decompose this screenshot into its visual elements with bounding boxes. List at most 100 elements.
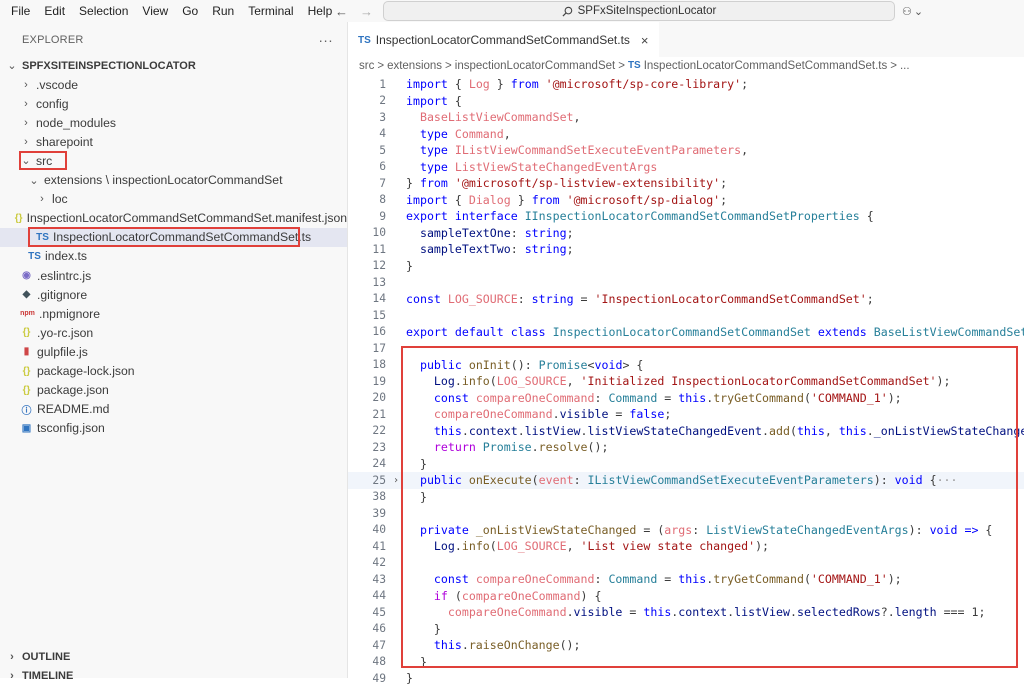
copilot-button[interactable]: ⚇ ⌄ — [902, 2, 923, 20]
breadcrumb-item[interactable]: ... — [900, 60, 910, 72]
close-icon[interactable]: × — [641, 33, 649, 48]
code-line[interactable]: 4 type Command, — [348, 126, 1024, 143]
code-token: ; — [866, 291, 874, 306]
code-line[interactable]: 11 sampleTextTwo: string; — [348, 241, 1024, 258]
more-actions-icon[interactable]: ··· — [318, 32, 333, 48]
menu-item-selection[interactable]: Selection — [72, 0, 135, 22]
code-text: import { Dialog } from '@microsoft/sp-di… — [406, 193, 727, 207]
code-line[interactable]: 16 export default class InspectionLocator… — [348, 324, 1024, 341]
tree-file[interactable]: {} .yo-rc.json — [0, 323, 347, 342]
fold-chevron-icon[interactable]: › — [386, 475, 406, 486]
tree-folder[interactable]: › node_modules — [0, 113, 347, 132]
menu-item-file[interactable]: File — [4, 0, 37, 22]
project-root[interactable]: ⌄ SPFXSITEINSPECTIONLOCATOR — [0, 56, 347, 75]
back-arrow-icon[interactable]: ← — [335, 4, 348, 19]
tree-folder[interactable]: › .vscode — [0, 75, 347, 94]
code-text: sampleTextTwo: string; — [406, 242, 574, 256]
tree-file[interactable]: ▣ tsconfig.json — [0, 419, 347, 438]
code-text: private _onListViewStateChanged = (args:… — [406, 523, 992, 537]
code-text: import { — [406, 94, 462, 108]
code-line[interactable]: 19 Log.info(LOG_SOURCE, 'Initialized Ins… — [348, 373, 1024, 390]
code-line[interactable]: 14 const LOG_SOURCE: string = 'Inspection… — [348, 291, 1024, 308]
tree-folder[interactable]: › sharepoint — [0, 132, 347, 151]
tree-file[interactable]: ◆ .gitignore — [0, 285, 347, 304]
breadcrumb-separator: > — [377, 59, 385, 72]
menu-item-view[interactable]: View — [135, 0, 175, 22]
title-bar: File Edit Selection View Go Run Terminal Help ←… — [0, 0, 1024, 22]
code-line[interactable]: 39 — [348, 505, 1024, 522]
tree-file[interactable]: TS InspectionLocatorCommandSetCommandSet.… — [0, 227, 347, 247]
menu-item-terminal[interactable]: Terminal — [241, 0, 300, 22]
tree-file[interactable]: TS index.ts — [0, 247, 347, 266]
menu-item-run[interactable]: Run — [205, 0, 241, 22]
code-token: . — [531, 440, 539, 455]
tree-folder[interactable]: › config — [0, 94, 347, 113]
code-token: tryGetCommand — [713, 390, 804, 405]
code-line[interactable]: 46 } — [348, 621, 1024, 638]
code-line[interactable]: 12} — [348, 258, 1024, 275]
tree-file[interactable]: ⓘ README.md — [0, 400, 347, 419]
code-text: } — [406, 622, 441, 636]
code-line[interactable]: 41 Log.info(LOG_SOURCE, 'List view state… — [348, 538, 1024, 555]
code-token: } — [406, 671, 413, 686]
code-line[interactable]: 25 › public onExecute(event: IListViewCom… — [348, 472, 1024, 489]
tree-file[interactable]: {} package.json — [0, 381, 347, 400]
code-line[interactable]: 15 — [348, 307, 1024, 324]
code-line[interactable]: 6 type ListViewStateChangedEventArgs — [348, 159, 1024, 176]
code-line[interactable]: 1 import { Log } from '@microsoft/sp-core… — [348, 76, 1024, 93]
code-line[interactable]: 22 this.context.listView.listViewStateCh… — [348, 423, 1024, 440]
code-line[interactable]: 9 export interface IInspectionLocatorComm… — [348, 208, 1024, 225]
tree-file[interactable]: {} package-lock.json — [0, 362, 347, 381]
line-number: 48 — [372, 655, 386, 669]
breadcrumb-item[interactable]: InspectionLocatorCommandSetCommandSet.ts — [644, 60, 888, 72]
tree-folder[interactable]: › loc — [0, 190, 347, 209]
tree-folder[interactable]: ⌄ src — [0, 151, 347, 170]
breadcrumb-item[interactable]: extensions — [387, 60, 442, 72]
forward-arrow-icon[interactable]: → — [360, 4, 373, 19]
code-token: . — [461, 423, 469, 438]
outline-panel[interactable]: › OUTLINE — [0, 647, 347, 666]
code-line[interactable]: 21 compareOneCommand.visible = false; — [348, 406, 1024, 423]
code-line[interactable]: 7} from '@microsoft/sp-listview-extensib… — [348, 175, 1024, 192]
code-line[interactable]: 48 } — [348, 654, 1024, 671]
code-line[interactable]: 13 — [348, 274, 1024, 291]
code-line[interactable]: 38 } — [348, 489, 1024, 506]
code-line[interactable]: 18 public onInit(): Promise<void> { — [348, 357, 1024, 374]
menu-item-help[interactable]: Help — [301, 0, 340, 22]
tree-file[interactable]: ▮ gulpfile.js — [0, 342, 347, 361]
code-line[interactable]: 10 sampleTextOne: string; — [348, 225, 1024, 242]
code-line[interactable]: 45 compareOneCommand.visible = this.cont… — [348, 604, 1024, 621]
code-line[interactable]: 23 return Promise.resolve(); — [348, 439, 1024, 456]
code-token: { — [978, 522, 993, 537]
code-text: const compareOneCommand: Command = this.… — [406, 391, 902, 405]
menu-item-go[interactable]: Go — [175, 0, 205, 22]
code-line[interactable]: 8 import { Dialog } from '@microsoft/sp-d… — [348, 192, 1024, 209]
tree-file[interactable]: ◉ .eslintrc.js — [0, 266, 347, 285]
tree-label: README.md — [37, 402, 110, 417]
breadcrumb-item[interactable]: inspectionLocatorCommandSet — [455, 60, 615, 72]
command-center-search[interactable]: SPFxSiteInspectionLocator — [383, 1, 895, 21]
code-line[interactable]: 3 BaseListViewCommandSet, — [348, 109, 1024, 126]
breadcrumb-item[interactable]: src — [359, 60, 374, 72]
code-line[interactable]: 40 private _onListViewStateChanged = (ar… — [348, 522, 1024, 539]
code-line[interactable]: 49} — [348, 670, 1024, 687]
code-line[interactable]: 2 import { — [348, 93, 1024, 110]
tree-file[interactable]: npm .npmignore — [0, 304, 347, 323]
code-line[interactable]: 5 type IListViewCommandSetExecuteEventPa… — [348, 142, 1024, 159]
code-line[interactable]: 44 if (compareOneCommand) { — [348, 588, 1024, 605]
code-token: visible — [559, 407, 609, 422]
editor-tab[interactable]: TS InspectionLocatorCommandSetCommandSet… — [348, 22, 659, 57]
code-token: BaseListViewCommandSet<II — [873, 324, 1024, 339]
code-line[interactable]: 24 } — [348, 456, 1024, 473]
code-line[interactable]: 17 — [348, 340, 1024, 357]
line-number: 20 — [372, 391, 386, 405]
code-token: interface — [454, 209, 518, 224]
timeline-panel[interactable]: › TIMELINE — [0, 666, 347, 685]
tree-folder[interactable]: ⌄ extensions \ inspectionLocatorCommandSe… — [0, 171, 347, 190]
tree-file[interactable]: {} InspectionLocatorCommandSetCommandSet.… — [0, 209, 347, 228]
code-line[interactable]: 43 const compareOneCommand: Command = th… — [348, 571, 1024, 588]
code-line[interactable]: 47 this.raiseOnChange(); — [348, 637, 1024, 654]
code-line[interactable]: 42 — [348, 555, 1024, 572]
code-line[interactable]: 20 const compareOneCommand: Command = th… — [348, 390, 1024, 407]
menu-item-edit[interactable]: Edit — [37, 0, 72, 22]
